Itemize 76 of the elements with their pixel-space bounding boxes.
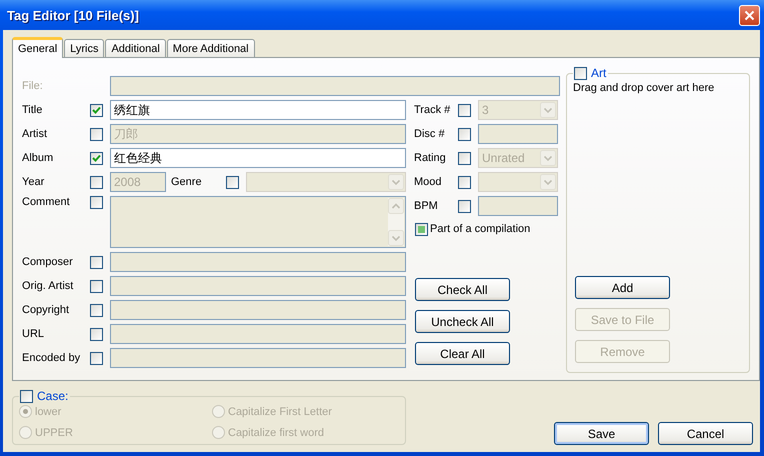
dialog-button[interactable]: Save [554, 422, 649, 445]
checkbox[interactable] [574, 66, 587, 80]
checkbox[interactable] [90, 328, 103, 340]
field-label: Title [22, 104, 44, 116]
field-label: Mood [414, 176, 443, 188]
text-field[interactable] [110, 252, 406, 272]
checkbox[interactable] [90, 128, 103, 140]
field-label: Composer [22, 256, 74, 268]
close-icon [744, 10, 755, 20]
field-label: Comment [22, 196, 71, 208]
scroll-down-icon[interactable] [388, 230, 404, 246]
field-label: Rating [414, 152, 447, 164]
field-label: Track # [414, 104, 452, 116]
checkbox[interactable] [458, 104, 471, 116]
text-field[interactable] [110, 300, 406, 320]
checkbox[interactable] [90, 104, 103, 116]
action-button[interactable]: Uncheck All [415, 310, 510, 333]
checkbox[interactable] [458, 128, 471, 140]
field-label: Artist [22, 128, 48, 140]
text-field[interactable] [110, 324, 406, 344]
text-field[interactable] [478, 196, 558, 216]
group-title: Art [591, 66, 606, 80]
field-label: Copyright [22, 304, 70, 316]
checkbox[interactable] [90, 280, 103, 292]
checkbox[interactable] [226, 176, 239, 188]
checkbox[interactable] [415, 222, 428, 236]
radio-label: lower [35, 406, 62, 418]
checkbox[interactable] [90, 152, 103, 164]
field-label: Album [22, 152, 54, 164]
radio-button[interactable] [212, 426, 225, 439]
text-field[interactable] [110, 348, 406, 368]
checkbox[interactable] [90, 176, 103, 188]
group-title: Case: [37, 389, 68, 403]
radio-button[interactable] [212, 405, 225, 418]
checkbox[interactable] [20, 390, 33, 402]
checkbox[interactable] [458, 176, 471, 188]
field-label: Genre [171, 176, 203, 188]
checkbox[interactable] [90, 196, 103, 209]
checkbox[interactable] [90, 256, 103, 268]
action-button[interactable]: Clear All [415, 342, 510, 365]
close-button[interactable] [739, 4, 760, 26]
tab[interactable]: More Additional [166, 39, 255, 57]
genre-dropdown[interactable] [246, 172, 406, 192]
file-field[interactable] [110, 76, 560, 96]
field-label: Year [22, 176, 46, 188]
tab[interactable]: Additional [105, 39, 166, 57]
tab[interactable]: Lyrics [64, 39, 104, 57]
tab[interactable]: General [12, 37, 64, 58]
art-button[interactable]: Add [575, 276, 670, 299]
text-field[interactable] [478, 124, 558, 144]
checkbox[interactable] [458, 200, 471, 212]
radio-button[interactable] [19, 426, 32, 439]
checkbox[interactable] [90, 304, 103, 316]
field-label: URL [22, 328, 46, 340]
field-label: Encoded by [22, 352, 82, 364]
comment-field[interactable] [110, 196, 406, 248]
drop-hint: Drag and drop cover art here [573, 82, 716, 94]
window-title: Tag Editor [10 File(s)] [7, 8, 139, 22]
field-label: File: [22, 80, 44, 92]
field-label: Orig. Artist [22, 280, 74, 292]
text-field[interactable]: 红色经典 [110, 148, 406, 168]
text-field[interactable]: 绣红旗 [110, 100, 406, 120]
checkbox[interactable] [90, 352, 103, 364]
text-field[interactable] [110, 276, 406, 296]
checkbox[interactable] [458, 152, 471, 164]
action-button[interactable]: Check All [415, 278, 510, 301]
field-label: BPM [414, 200, 439, 212]
checkbox-label: Part of a compilation [430, 223, 530, 235]
dropdown[interactable] [478, 172, 558, 192]
scroll-up-icon[interactable] [388, 198, 404, 214]
field-label: Disc # [414, 128, 446, 140]
dialog-button[interactable]: Cancel [658, 422, 753, 445]
radio-label: Capitalize First Letter [228, 406, 332, 418]
radio-button[interactable] [19, 405, 32, 418]
radio-label: Capitalize first word [228, 426, 324, 438]
radio-label: UPPER [35, 426, 73, 438]
